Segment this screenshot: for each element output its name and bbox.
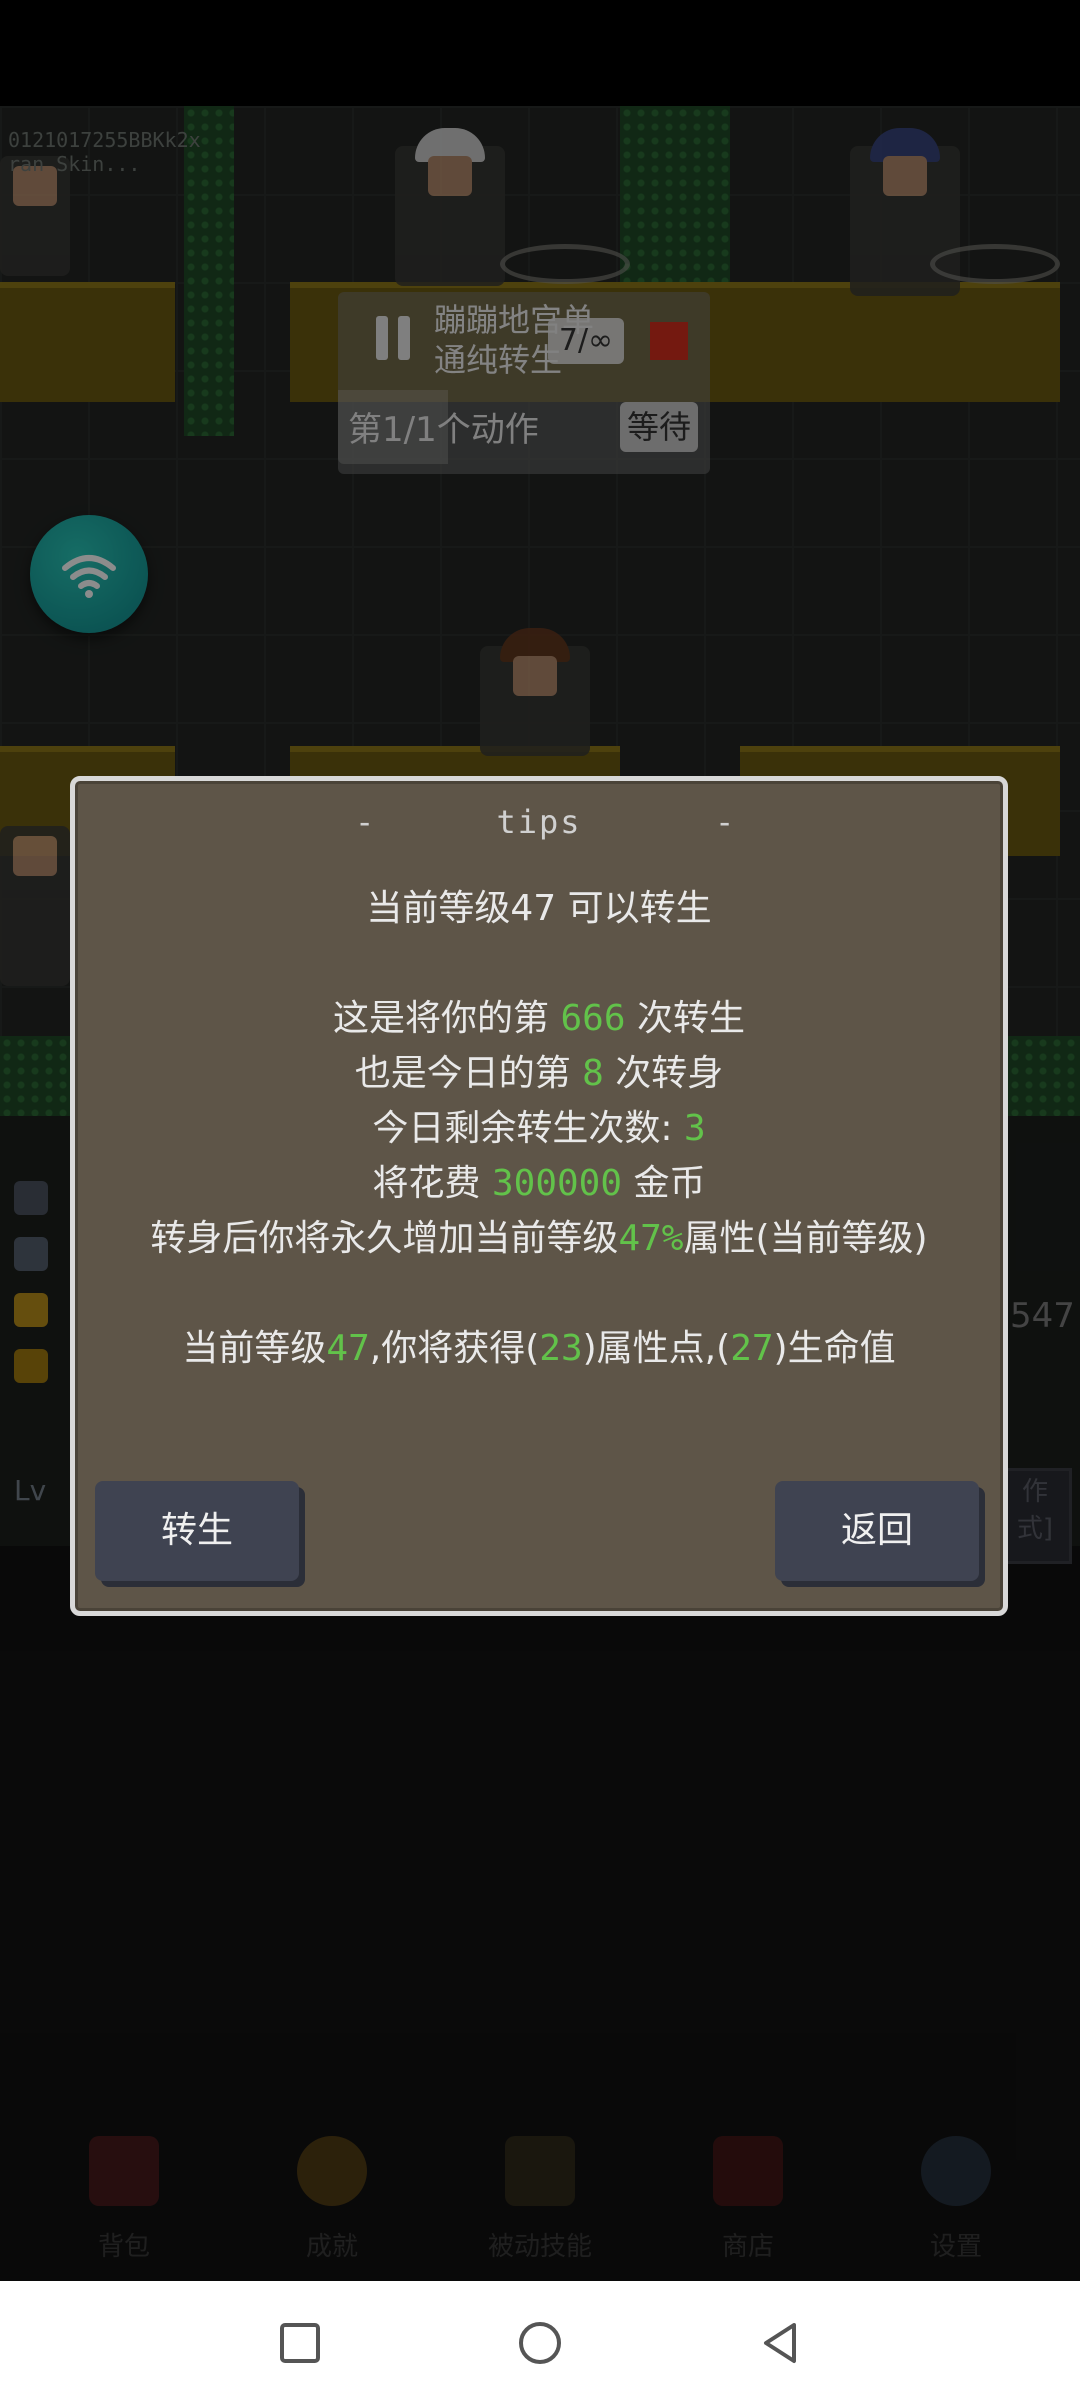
cost-line: 将花费 300000 金币 bbox=[372, 1163, 706, 1204]
recent-apps-button[interactable] bbox=[270, 2313, 330, 2373]
remaining-count-line: 今日剩余转生次数: 3 bbox=[372, 1108, 706, 1149]
triangle-back-icon bbox=[764, 2323, 796, 2363]
system-navigation-bar bbox=[0, 2281, 1080, 2408]
dialog-body: 当前等级47 可以转生 这是将你的第 666 次转生 也是今日的第 8 次转身 … bbox=[75, 881, 1003, 1376]
attribute-bonus-line: 转身后你将永久增加当前等级47%属性(当前等级) bbox=[150, 1218, 928, 1259]
rebirth-count-line: 这是将你的第 666 次转生 bbox=[333, 998, 745, 1039]
back-nav-button[interactable] bbox=[750, 2313, 810, 2373]
circle-icon bbox=[519, 2322, 561, 2364]
current-level-line: 当前等级47 可以转生 bbox=[366, 888, 712, 929]
dialog-header-dash: - bbox=[715, 803, 735, 841]
rebirth-dialog: - tips - 当前等级47 可以转生 这是将你的第 666 次转生 也是今日… bbox=[70, 776, 1008, 1616]
square-icon bbox=[280, 2323, 320, 2363]
rebirth-button[interactable]: 转生 bbox=[95, 1481, 299, 1581]
dialog-title: tips bbox=[496, 803, 582, 841]
back-button[interactable]: 返回 bbox=[775, 1481, 979, 1581]
today-count-line: 也是今日的第 8 次转身 bbox=[354, 1053, 724, 1094]
dialog-header: - tips - bbox=[75, 803, 1003, 843]
status-bar bbox=[0, 0, 1080, 106]
reward-line: 当前等级47,你将获得(23)属性点,(27)生命值 bbox=[182, 1328, 896, 1369]
home-button[interactable] bbox=[510, 2313, 570, 2373]
